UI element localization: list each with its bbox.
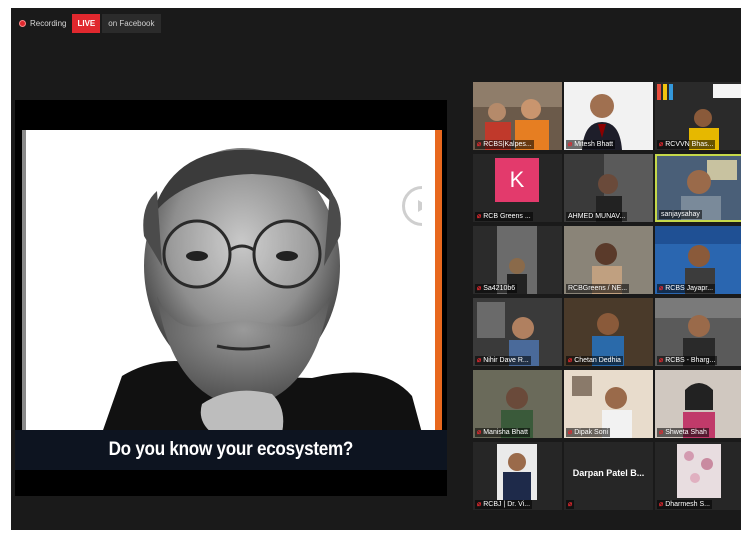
participant-tile[interactable]: ⌀ Shweta Shah <box>655 370 741 438</box>
participant-name-label: ⌀ RCBS - Bharg... <box>657 356 718 365</box>
mic-muted-icon: ⌀ <box>477 213 482 220</box>
participant-tile[interactable]: ⌀ Dipak Soni <box>564 370 653 438</box>
mic-muted-icon: ⌀ <box>659 357 664 364</box>
mic-muted-icon: ⌀ <box>568 501 573 508</box>
participant-name-label: ⌀ Nihir Dave R... <box>475 356 531 365</box>
top-status-bar: Recording LIVE on Facebook <box>15 13 161 33</box>
participant-name-label: ⌀ Shweta Shah <box>657 428 709 437</box>
shared-screen: Do you know your ecosystem? <box>15 100 447 496</box>
slide-caption-bar: Do you know your ecosystem? <box>15 430 447 470</box>
participant-name-label: ⌀ <box>566 500 575 509</box>
participant-tile[interactable]: AHMED MUNAV... <box>564 154 653 222</box>
participant-tile[interactable]: ⌀ Dharmesh S... <box>655 442 741 510</box>
participant-name-label: ⌀ RCBJ | Dr. Vi... <box>475 500 533 509</box>
live-badge[interactable]: LIVE <box>72 13 101 33</box>
participant-name-label: ⌀ Dharmesh S... <box>657 500 712 509</box>
participant-name: RCVVN Bhas... <box>665 141 714 148</box>
mic-muted-icon: ⌀ <box>568 429 573 436</box>
participant-name-label: ⌀ RCBS Jayapr... <box>657 284 716 293</box>
mic-muted-icon: ⌀ <box>477 429 482 436</box>
participant-name: Dharmesh S... <box>665 501 710 508</box>
participant-name-label: ⌀ Sa4210b6 <box>475 284 518 293</box>
participant-name-label: ⌀ Mitesh Bhatt <box>566 140 616 149</box>
portrait-photo <box>82 146 422 433</box>
mic-muted-icon: ⌀ <box>659 285 664 292</box>
slide-left-edge <box>22 130 26 433</box>
participant-name: Shweta Shah <box>665 429 707 436</box>
participant-tile[interactable]: ⌀ RCVVN Bhas... <box>655 82 741 150</box>
participant-name-label: sanjaysahay <box>659 210 702 219</box>
participant-name: RCBJ | Dr. Vi... <box>483 501 531 508</box>
participant-name: RCBGreens / NE... <box>568 285 628 292</box>
presentation-slide <box>22 130 442 433</box>
participant-tile[interactable]: ⌀ RCBJ | Dr. Vi... <box>473 442 562 510</box>
mic-muted-icon: ⌀ <box>659 501 664 508</box>
participant-name: RCBS|Kalpes... <box>483 141 532 148</box>
participant-name-label: ⌀ RCBS|Kalpes... <box>475 140 534 149</box>
slide-caption: Do you know your ecosystem? <box>108 439 354 460</box>
participant-name: Dipak Soni <box>574 429 609 436</box>
participant-tile[interactable]: ⌀ Manisha Bhatt <box>473 370 562 438</box>
participant-avatar-letter: K <box>495 158 539 202</box>
participant-name: AHMED MUNAV... <box>568 213 626 220</box>
mic-muted-icon: ⌀ <box>477 285 482 292</box>
participant-tile[interactable]: RCBGreens / NE... <box>564 226 653 294</box>
participant-name-label: RCBGreens / NE... <box>566 284 630 293</box>
mic-muted-icon: ⌀ <box>477 141 482 148</box>
participant-name: Chetan Dedhia <box>574 357 621 364</box>
live-destination-label[interactable]: on Facebook <box>102 13 161 33</box>
participant-tile[interactable]: ⌀ Chetan Dedhia <box>564 298 653 366</box>
participant-name-center: Darpan Patel B... <box>572 468 645 478</box>
recording-label: Recording <box>30 18 67 28</box>
participant-tile[interactable]: ⌀ Sa4210b6 <box>473 226 562 294</box>
mic-muted-icon: ⌀ <box>659 141 664 148</box>
participant-name: RCBS Jayapr... <box>665 285 714 292</box>
participant-tile-active-speaker[interactable]: sanjaysahay <box>655 154 741 222</box>
participant-name: Mitesh Bhatt <box>574 141 614 148</box>
participant-name: Manisha Bhatt <box>483 429 528 436</box>
participant-tile[interactable]: ⌀ RCBS Jayapr... <box>655 226 741 294</box>
participant-name-label: ⌀ RCVVN Bhas... <box>657 140 716 149</box>
mic-muted-icon: ⌀ <box>477 501 482 508</box>
mic-muted-icon: ⌀ <box>659 429 664 436</box>
record-icon <box>19 19 26 27</box>
participant-tile[interactable]: ⌀ Mitesh Bhatt <box>564 82 653 150</box>
mic-muted-icon: ⌀ <box>568 357 573 364</box>
participant-tile[interactable]: ⌀ Nihir Dave R... <box>473 298 562 366</box>
recording-indicator[interactable]: Recording <box>15 19 70 28</box>
participant-tile-video-off[interactable]: Darpan Patel B... ⌀ <box>564 442 653 510</box>
participant-name: Nihir Dave R... <box>483 357 529 364</box>
participant-name: RCBS - Bharg... <box>665 357 716 364</box>
zoom-meeting-window: Recording LIVE on Facebook Do you know y… <box>11 8 741 530</box>
mic-muted-icon: ⌀ <box>568 141 573 148</box>
participant-name-label: ⌀ Manisha Bhatt <box>475 428 530 437</box>
participant-name-label: ⌀ Chetan Dedhia <box>566 356 623 365</box>
participant-name-label: ⌀ Dipak Soni <box>566 428 611 437</box>
participant-name-label: ⌀ RCB Greens ... <box>475 212 533 221</box>
participant-tile[interactable]: K ⌀ RCB Greens ... <box>473 154 562 222</box>
participant-name: sanjaysahay <box>661 211 700 218</box>
mic-muted-icon: ⌀ <box>477 357 482 364</box>
participant-name: Sa4210b6 <box>483 285 516 292</box>
participant-tile[interactable]: ⌀ RCBS - Bharg... <box>655 298 741 366</box>
participant-name-label: AHMED MUNAV... <box>566 212 628 221</box>
participant-tile[interactable]: ⌀ RCBS|Kalpes... <box>473 82 562 150</box>
participant-name: RCB Greens ... <box>483 213 531 220</box>
